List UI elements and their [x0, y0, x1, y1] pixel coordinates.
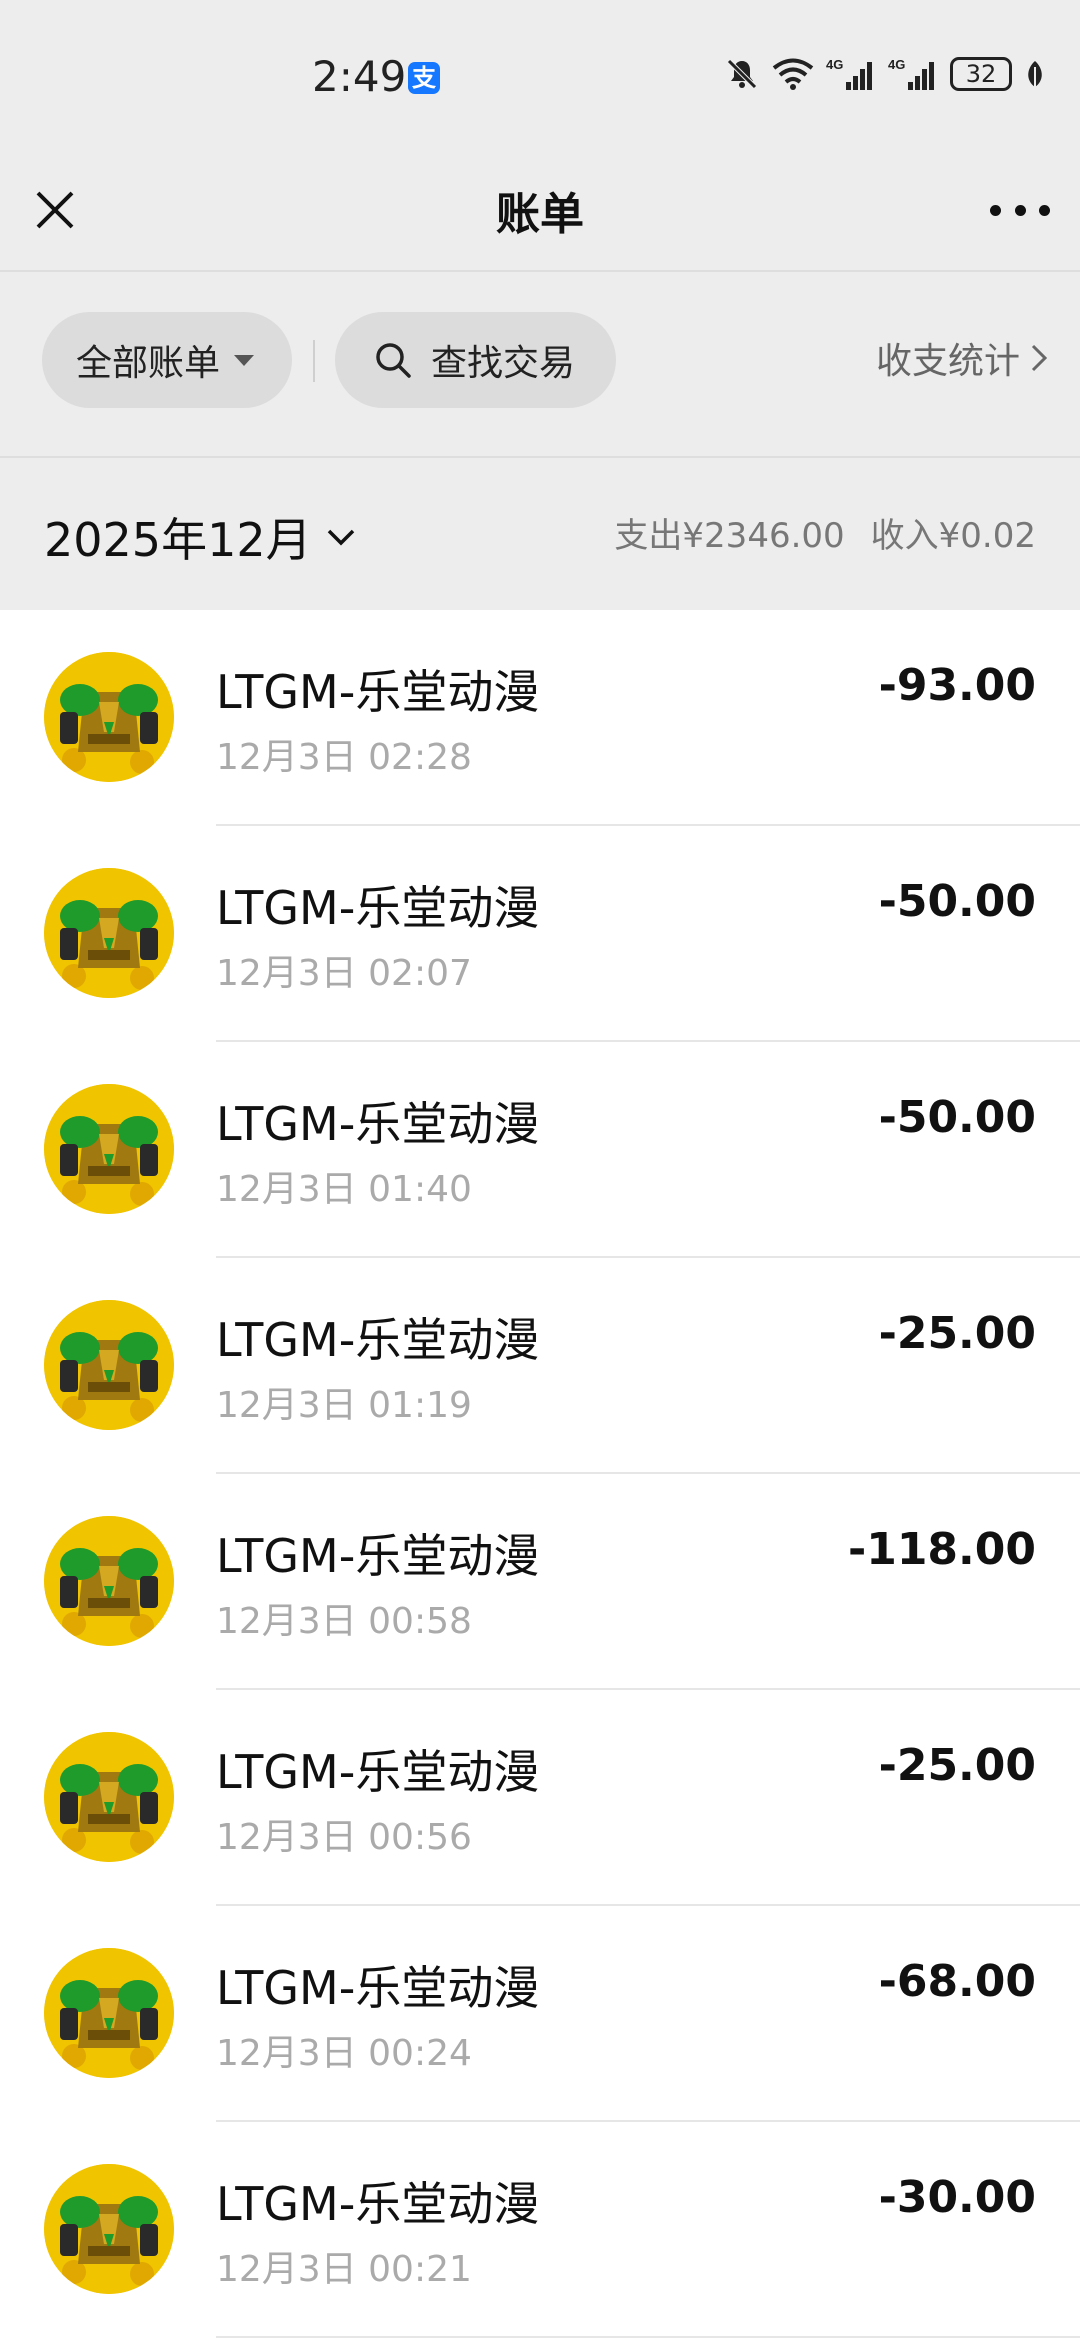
search-label: 查找交易 [431, 343, 576, 384]
armor-icon [44, 1948, 174, 2078]
transaction-row[interactable]: LTGM-乐堂动漫 12月3日 02:07 -50.00 [0, 826, 1080, 1042]
divider [216, 2336, 1080, 2338]
battery-indicator: 32 [950, 57, 1012, 91]
merchant-avatar [44, 1948, 174, 2078]
transaction-time: 12月3日 01:19 [216, 1385, 472, 1426]
transaction-time: 12月3日 02:07 [216, 953, 472, 994]
transaction-amount: -118.00 [847, 1524, 1036, 1575]
armor-icon [44, 1732, 174, 1862]
chevron-down-icon [327, 529, 354, 546]
status-time: 2:49 [312, 52, 407, 101]
merchant-name: LTGM-乐堂动漫 [216, 1097, 540, 1151]
month-label: 2025年12月 [44, 513, 312, 567]
month-header: 2025年12月 支出¥2346.00 收入¥0.02 [0, 458, 1080, 610]
transaction-amount: -68.00 [878, 1956, 1036, 2007]
search-icon [376, 343, 411, 378]
signal-4g-icon-2: 4G [888, 57, 934, 90]
page-title: 账单 [496, 189, 584, 240]
divider [313, 340, 315, 382]
transaction-time: 12月3日 02:28 [216, 737, 472, 778]
armor-icon [44, 1300, 174, 1430]
merchant-avatar [44, 1084, 174, 1214]
merchant-name: LTGM-乐堂动漫 [216, 881, 540, 935]
more-dot-icon [1014, 204, 1026, 216]
transaction-amount: -30.00 [878, 2172, 1036, 2223]
wifi-icon [772, 58, 814, 90]
transaction-row[interactable]: LTGM-乐堂动漫 12月3日 01:19 -25.00 [0, 1258, 1080, 1474]
armor-icon [44, 1084, 174, 1214]
merchant-name: LTGM-乐堂动漫 [216, 1313, 540, 1367]
title-bar: 账单 [0, 150, 1080, 270]
all-bills-dropdown[interactable]: 全部账单 [42, 312, 292, 408]
merchant-name: LTGM-乐堂动漫 [216, 1961, 540, 2015]
merchant-avatar [44, 868, 174, 998]
transaction-time: 12月3日 00:24 [216, 2033, 472, 2074]
income-total: 收入¥0.02 [870, 516, 1036, 556]
merchant-avatar [44, 1732, 174, 1862]
leaf-icon [1028, 61, 1042, 87]
transaction-time: 12月3日 00:56 [216, 1817, 472, 1858]
more-dot-icon [1039, 204, 1050, 216]
transaction-list: LTGM-乐堂动漫 12月3日 02:28 -93.00 LTGM-乐堂动漫 1… [0, 610, 1080, 2340]
merchant-avatar [44, 652, 174, 782]
transaction-row[interactable]: LTGM-乐堂动漫 12月3日 00:24 -68.00 [0, 1906, 1080, 2122]
merchant-name: LTGM-乐堂动漫 [216, 1745, 540, 1799]
status-bar: 2:49 支 4G 4G 32 [0, 0, 1080, 150]
transaction-time: 12月3日 00:21 [216, 2249, 472, 2290]
all-bills-label: 全部账单 [76, 343, 221, 384]
signal-4g-icon: 4G [826, 57, 872, 90]
merchant-name: LTGM-乐堂动漫 [216, 1529, 540, 1583]
income-expense-stats-link[interactable]: 收支统计 [876, 332, 1048, 384]
transaction-amount: -25.00 [878, 1308, 1036, 1359]
transaction-amount: -25.00 [878, 1740, 1036, 1791]
search-transactions-button[interactable]: 查找交易 [335, 312, 616, 408]
more-options-button[interactable] [990, 185, 1050, 235]
merchant-avatar [44, 1516, 174, 1646]
transaction-amount: -50.00 [878, 876, 1036, 927]
armor-icon [44, 1516, 174, 1646]
transaction-amount: -50.00 [878, 1092, 1036, 1143]
merchant-avatar [44, 1300, 174, 1430]
caret-down-icon [234, 354, 255, 366]
transaction-row[interactable]: LTGM-乐堂动漫 12月3日 00:58 -118.00 [0, 1474, 1080, 1690]
transaction-row[interactable]: LTGM-乐堂动漫 12月3日 01:40 -50.00 [0, 1042, 1080, 1258]
merchant-name: LTGM-乐堂动漫 [216, 2177, 540, 2231]
filter-bar: 全部账单 查找交易 收支统计 [0, 272, 1080, 456]
svg-text:4G: 4G [826, 57, 843, 72]
month-selector[interactable]: 2025年12月 [44, 504, 356, 570]
expense-total: 支出¥2346.00 [614, 516, 845, 556]
svg-text:4G: 4G [888, 57, 905, 72]
status-icons: 4G 4G 32 [724, 56, 1046, 92]
transaction-amount: -93.00 [878, 660, 1036, 711]
armor-icon [44, 652, 174, 782]
armor-icon [44, 2164, 174, 2294]
transaction-time: 12月3日 01:40 [216, 1169, 472, 1210]
chevron-right-icon [1031, 344, 1048, 372]
month-summary: 支出¥2346.00 收入¥0.02 [614, 508, 1036, 557]
mute-bell-icon [727, 59, 757, 89]
merchant-avatar [44, 2164, 174, 2294]
alipay-icon: 支 [408, 62, 440, 94]
stats-label: 收支统计 [875, 341, 1020, 382]
transaction-row[interactable]: LTGM-乐堂动漫 12月3日 02:28 -93.00 [0, 610, 1080, 826]
transaction-row[interactable]: LTGM-乐堂动漫 12月3日 00:21 -30.00 [0, 2122, 1080, 2338]
merchant-name: LTGM-乐堂动漫 [216, 665, 540, 719]
transaction-row[interactable]: LTGM-乐堂动漫 12月3日 00:56 -25.00 [0, 1690, 1080, 1906]
armor-icon [44, 868, 174, 998]
more-dot-icon [990, 204, 1001, 216]
transaction-time: 12月3日 00:58 [216, 1601, 472, 1642]
